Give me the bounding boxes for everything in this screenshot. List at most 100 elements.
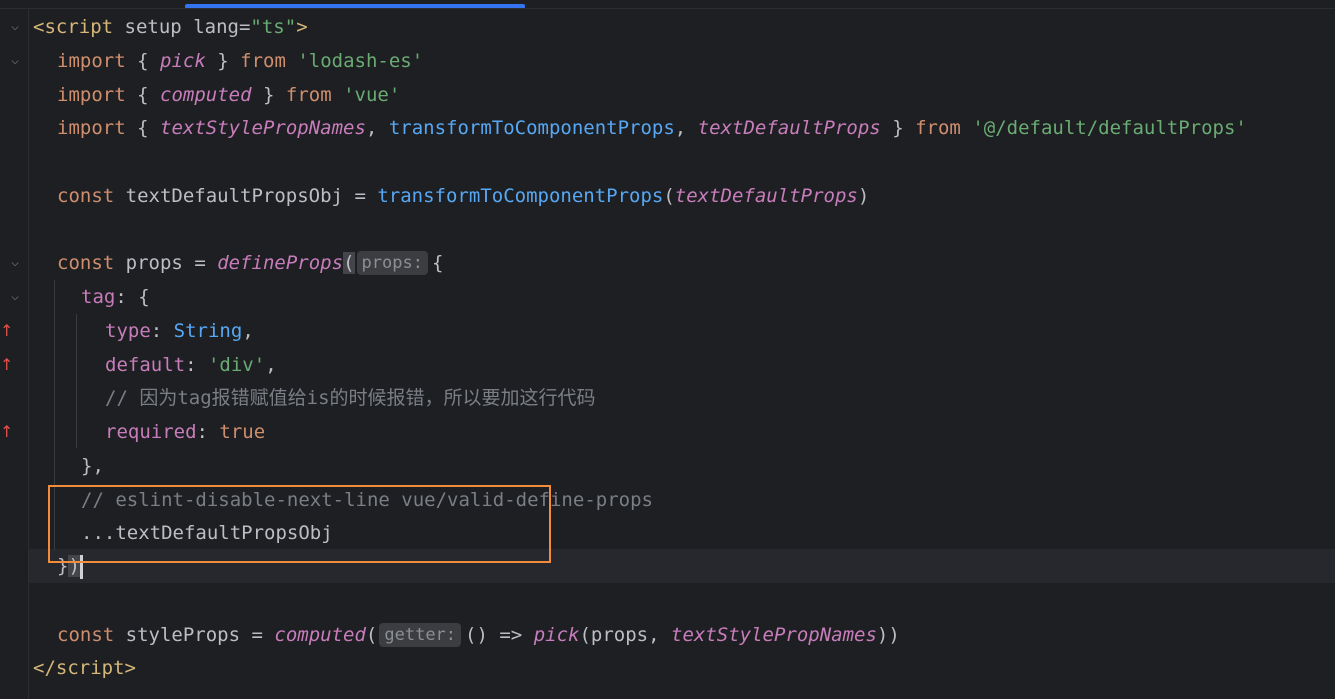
- token: from: [915, 117, 961, 139]
- token: (: [579, 624, 591, 646]
- annotation-highlight-box: [48, 485, 551, 563]
- token: computed: [274, 624, 366, 646]
- token: textDefaultProps: [674, 185, 858, 207]
- token: import: [57, 50, 126, 72]
- token: :: [150, 320, 163, 342]
- token: '@/default/defaultProps': [972, 117, 1247, 139]
- code-editor[interactable]: ⌵ ⌵ ⌵ ⌵ ↑ ↑ ↑ <script setup lang="ts"> i…: [0, 0, 1335, 699]
- up-arrow-icon[interactable]: ↑: [0, 415, 13, 449]
- code-line-5[interactable]: const textDefaultPropsObj = transformToC…: [57, 179, 869, 213]
- token: )): [876, 624, 900, 646]
- token: 'div': [207, 354, 266, 376]
- token: {: [431, 252, 444, 274]
- token: ): [857, 185, 870, 207]
- token: String: [173, 320, 243, 342]
- token: {: [137, 50, 149, 72]
- token: pick: [160, 50, 206, 72]
- token: >: [296, 16, 308, 38]
- token: const: [57, 624, 115, 646]
- token: (: [343, 252, 355, 274]
- token: from: [240, 50, 286, 72]
- token: {: [137, 84, 149, 106]
- token: const: [57, 252, 115, 274]
- code-line-4[interactable]: import { textStylePropNames, transformTo…: [57, 111, 1247, 145]
- code-line-17[interactable]: </script>: [33, 651, 136, 685]
- token: textStylePropNames: [160, 117, 366, 139]
- parameter-hint: props:: [356, 251, 428, 275]
- token: true: [219, 421, 266, 443]
- token: ,: [365, 117, 378, 139]
- token: defineProps: [217, 252, 344, 274]
- chevron-down-icon[interactable]: ⌵: [6, 246, 24, 280]
- token: script: [44, 16, 114, 38]
- token: =: [251, 624, 263, 646]
- code-line-2[interactable]: import { pick } from 'lodash-es': [57, 44, 423, 78]
- token: 'lodash-es': [297, 50, 424, 72]
- token: ,: [674, 117, 687, 139]
- token: }: [262, 84, 275, 106]
- token: {: [138, 286, 150, 308]
- token: transformToComponentProps: [377, 185, 664, 207]
- token: </: [33, 657, 56, 679]
- token: ,: [648, 624, 660, 646]
- code-line-3[interactable]: import { computed } from 'vue': [57, 78, 400, 112]
- token: default: [105, 354, 186, 376]
- token: type: [105, 320, 151, 342]
- token: :: [185, 354, 197, 376]
- token: ,: [242, 320, 254, 342]
- token: (: [365, 624, 378, 646]
- token: "ts": [250, 16, 297, 38]
- token: pick: [533, 624, 580, 646]
- up-arrow-icon[interactable]: ↑: [0, 314, 13, 348]
- token: import: [57, 84, 126, 106]
- token: (: [663, 185, 675, 207]
- token: script: [55, 657, 125, 679]
- token: props: [125, 252, 183, 274]
- code-line-11[interactable]: required: true: [105, 415, 265, 449]
- comment: // 因为tag报错赋值给is的时候报错，所以要加这行代码: [105, 387, 596, 409]
- token: transformToComponentProps: [388, 117, 675, 139]
- token: ,: [265, 354, 277, 376]
- token: styleProps: [125, 624, 241, 646]
- token: :: [196, 421, 208, 443]
- editor-top-border: [0, 8, 1335, 9]
- token: textStylePropNames: [671, 624, 877, 646]
- code-line-7[interactable]: tag: {: [81, 280, 150, 314]
- chevron-down-icon[interactable]: ⌵: [6, 280, 24, 314]
- token: :: [115, 286, 127, 308]
- indent-guide: [76, 314, 77, 448]
- code-line-6[interactable]: const props = defineProps(props:{: [57, 246, 443, 280]
- token: 'vue': [343, 84, 401, 106]
- token: }: [892, 117, 904, 139]
- token: () =>: [465, 624, 523, 646]
- code-line-10[interactable]: // 因为tag报错赋值给is的时候报错，所以要加这行代码: [105, 381, 596, 415]
- parameter-hint: getter:: [379, 623, 462, 647]
- token: setup: [124, 16, 182, 38]
- gutter-separator: [28, 9, 29, 699]
- code-line-16[interactable]: const styleProps = computed(getter:() =>…: [57, 618, 900, 652]
- up-arrow-icon[interactable]: ↑: [0, 348, 13, 382]
- code-line-12[interactable]: },: [81, 449, 104, 483]
- chevron-down-icon[interactable]: ⌵: [6, 10, 24, 44]
- chevron-down-icon[interactable]: ⌵: [6, 44, 24, 78]
- token: {: [137, 117, 149, 139]
- token: props: [590, 624, 649, 646]
- token: computed: [160, 84, 252, 106]
- token: required: [105, 421, 197, 443]
- token: >: [124, 657, 136, 679]
- token: <: [33, 16, 45, 38]
- token: textDefaultProps: [697, 117, 881, 139]
- token: =: [238, 16, 251, 38]
- token: =: [354, 185, 366, 207]
- token: import: [57, 117, 126, 139]
- token: from: [285, 84, 332, 106]
- code-line-9[interactable]: default: 'div',: [105, 348, 277, 382]
- token: lang: [193, 16, 239, 38]
- token: const: [57, 185, 115, 207]
- token: }: [217, 50, 229, 72]
- code-line-1[interactable]: <script setup lang="ts">: [33, 10, 308, 44]
- token: =: [194, 252, 206, 274]
- token: },: [81, 455, 104, 477]
- token: tag: [81, 286, 116, 308]
- code-line-8[interactable]: type: String,: [105, 314, 254, 348]
